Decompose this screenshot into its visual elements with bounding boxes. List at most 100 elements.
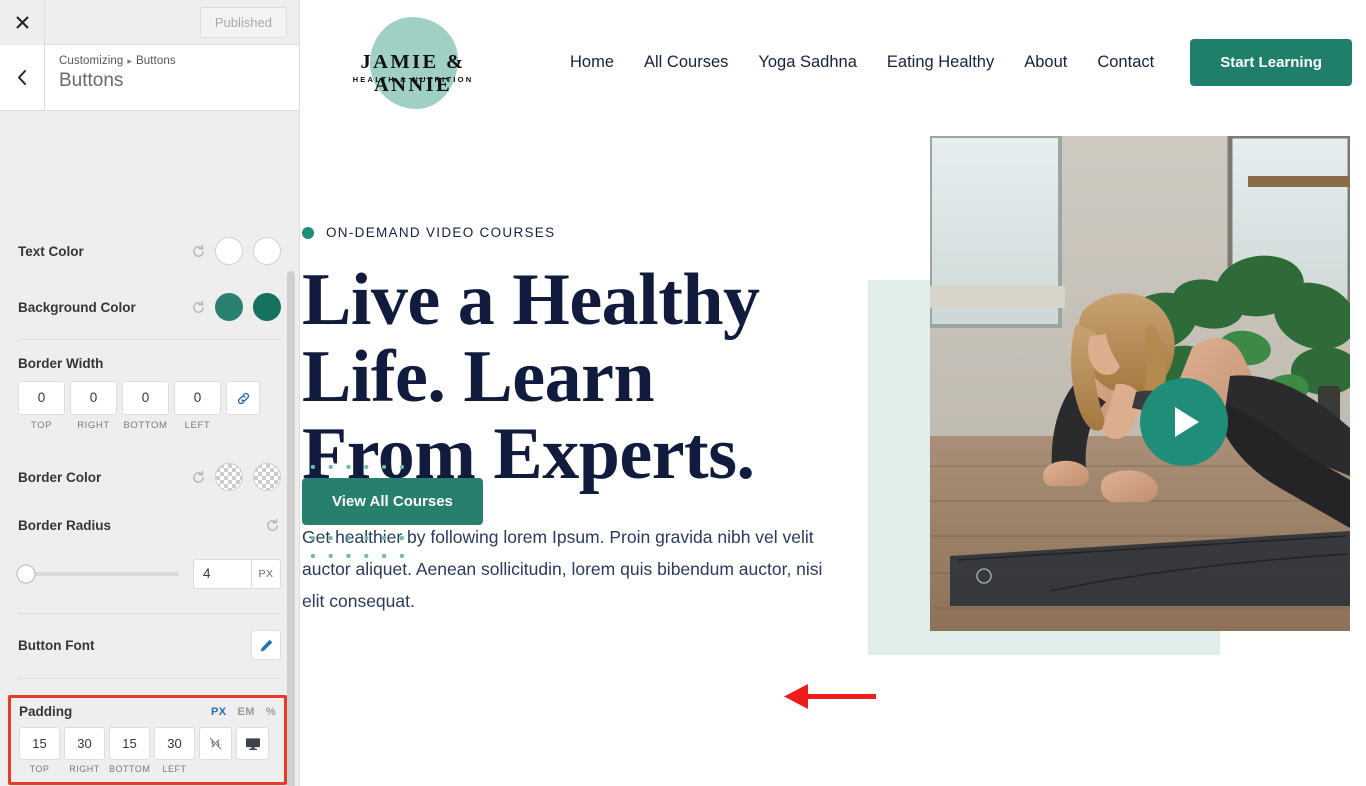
hero-eyebrow-text: ON-DEMAND VIDEO COURSES [326, 225, 556, 240]
border-radius-slider[interactable] [16, 564, 179, 584]
padding-label: Padding [19, 704, 73, 719]
broken-link-icon[interactable] [199, 727, 232, 760]
text-color-swatch-hover[interactable] [253, 237, 281, 265]
background-color-swatches [215, 293, 281, 321]
main-navigation: Home All Courses Yoga Sadhna Eating Heal… [570, 53, 1154, 72]
control-border-radius: Border Radius [0, 505, 299, 545]
logo-name: JAMIE & ANNIE [360, 50, 466, 96]
padding-top-input[interactable]: 15 [19, 727, 60, 760]
breadcrumb: Customizing ▸ Buttons [59, 55, 176, 67]
padding-inputs: 15 30 15 30 [19, 727, 276, 760]
border-width-top-caption: TOP [30, 420, 53, 431]
controls-scroll-area: Text Color Background Color Border Width… [0, 223, 299, 786]
border-width-top-input[interactable]: 0 [18, 381, 65, 415]
customizer-topbar: Published [0, 0, 299, 45]
nav-item-yoga-sadhna[interactable]: Yoga Sadhna [758, 53, 857, 72]
customizer-section-header: Customizing ▸ Buttons Buttons [0, 45, 299, 111]
nav-item-contact[interactable]: Contact [1097, 53, 1154, 72]
back-button[interactable] [0, 45, 45, 110]
start-learning-button[interactable]: Start Learning [1190, 39, 1352, 86]
button-font-label: Button Font [18, 637, 95, 653]
breadcrumb-current: Buttons [136, 55, 176, 67]
border-width-bottom-caption: BOTTOM [123, 420, 168, 431]
pencil-icon[interactable] [251, 630, 281, 660]
border-radius-input[interactable]: 4 [193, 559, 251, 589]
logo-tagline: HEALTH & NUTRITION [352, 74, 474, 84]
padding-unit-tabs: PX EM % [211, 706, 276, 719]
play-icon[interactable] [1140, 378, 1228, 466]
reset-icon[interactable] [263, 516, 281, 534]
reset-icon[interactable] [189, 298, 207, 316]
close-icon[interactable] [0, 0, 45, 45]
customizer-screen: Published Customizing ▸ Buttons Buttons [0, 0, 1366, 786]
hero-section: ON-DEMAND VIDEO COURSES Live a Healthy L… [300, 125, 1366, 655]
padding-right-input[interactable]: 30 [64, 727, 105, 760]
border-color-swatch-hover[interactable] [253, 463, 281, 491]
nav-item-all-courses[interactable]: All Courses [644, 53, 728, 72]
padding-right-caption: RIGHT [69, 764, 100, 774]
view-all-courses-button[interactable]: View All Courses [302, 478, 483, 525]
border-radius-unit: PX [251, 559, 281, 589]
hero-title-line-1: Live a Healthy [302, 259, 760, 341]
padding-unit-px[interactable]: PX [211, 706, 226, 718]
slider-handle[interactable] [16, 564, 36, 584]
padding-bottom-caption: BOTTOM [109, 764, 151, 774]
padding-left-input[interactable]: 30 [154, 727, 195, 760]
control-padding-wrapper: Padding PX EM % 15 30 15 30 TOP RIGHT BO… [0, 695, 299, 786]
padding-header: Padding PX EM % [19, 704, 276, 719]
hero-title-line-2: Life. Learn [302, 336, 655, 418]
nav-item-about[interactable]: About [1024, 53, 1067, 72]
border-width-link [226, 381, 260, 431]
padding-top-caption: TOP [29, 764, 50, 774]
background-color-swatch-hover[interactable] [253, 293, 281, 321]
border-width-bottom: 0 BOTTOM [122, 381, 169, 431]
text-color-swatch-normal[interactable] [215, 237, 243, 265]
border-width-left-input[interactable]: 0 [174, 381, 221, 415]
control-border-color: Border Color [0, 449, 299, 505]
breadcrumb-root[interactable]: Customizing [59, 55, 123, 67]
border-width-left: 0 LEFT [174, 381, 221, 431]
padding-unit-em[interactable]: EM [238, 706, 255, 718]
control-padding: Padding PX EM % 15 30 15 30 TOP RIGHT BO… [8, 695, 287, 785]
publish-button[interactable]: Published [199, 7, 287, 38]
control-background-color: Background Color [0, 279, 299, 335]
control-button-font: Button Font [0, 614, 299, 676]
border-color-swatch-normal[interactable] [215, 463, 243, 491]
bullet-dot-icon [302, 226, 314, 239]
border-color-swatches [215, 463, 281, 491]
border-radius-label: Border Radius [18, 517, 112, 533]
reset-icon[interactable] [189, 242, 207, 260]
border-width-top: 0 TOP [18, 381, 65, 431]
section-titles: Customizing ▸ Buttons Buttons [45, 45, 176, 110]
text-color-label: Text Color [18, 243, 84, 259]
play-triangle-icon [1175, 407, 1199, 437]
border-width-right-input[interactable]: 0 [70, 381, 117, 415]
background-color-label: Background Color [18, 299, 136, 315]
reset-icon[interactable] [189, 468, 207, 486]
link-icon[interactable] [226, 381, 260, 415]
customizer-sidebar: Published Customizing ▸ Buttons Buttons [0, 0, 300, 786]
background-color-swatch-normal[interactable] [215, 293, 243, 321]
sidebar-scrollbar[interactable] [287, 271, 295, 786]
padding-unit-percent[interactable]: % [266, 706, 276, 718]
arrow-left-icon [784, 684, 876, 709]
border-width-right: 0 RIGHT [70, 381, 117, 431]
control-text-color: Text Color [0, 223, 299, 279]
desktop-icon[interactable] [236, 727, 269, 760]
hero-content: ON-DEMAND VIDEO COURSES Live a Healthy L… [300, 125, 900, 617]
site-header: JAMIE & ANNIE HEALTH & NUTRITION Home Al… [300, 0, 1366, 125]
hero-eyebrow: ON-DEMAND VIDEO COURSES [302, 225, 900, 240]
site-logo[interactable]: JAMIE & ANNIE HEALTH & NUTRITION [318, 13, 504, 113]
breadcrumb-separator: ▸ [127, 56, 132, 66]
padding-captions: TOP RIGHT BOTTOM LEFT [19, 764, 276, 774]
padding-bottom-input[interactable]: 15 [109, 727, 150, 760]
nav-item-eating-healthy[interactable]: Eating Healthy [887, 53, 994, 72]
padding-left-caption: LEFT [162, 764, 187, 774]
nav-item-home[interactable]: Home [570, 53, 614, 72]
border-width-inputs: 0 TOP 0 RIGHT 0 BOTTOM 0 LEFT [0, 371, 299, 431]
hero-media [868, 125, 1366, 655]
border-width-bottom-input[interactable]: 0 [122, 381, 169, 415]
site-preview: JAMIE & ANNIE HEALTH & NUTRITION Home Al… [300, 0, 1366, 786]
divider [18, 678, 281, 679]
